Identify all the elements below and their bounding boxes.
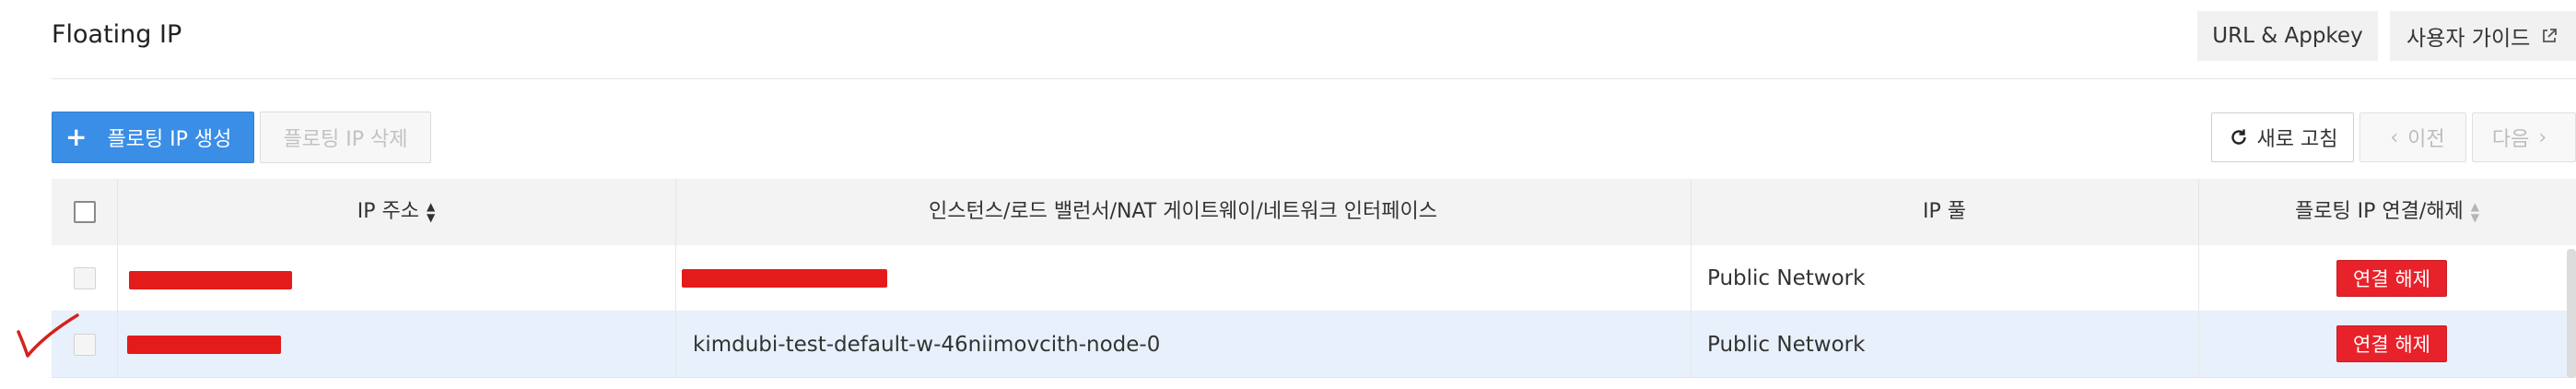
attached-resource-cell: kimdubi-test-default-w-46niimovcith-node… xyxy=(693,333,1161,357)
plus-icon: + xyxy=(65,122,88,152)
chevron-left-icon: ‹ xyxy=(2390,125,2399,149)
column-divider xyxy=(1691,179,1692,378)
column-header-connect-disconnect-label: 플로팅 IP 연결/해제 xyxy=(2294,200,2464,223)
column-header-connect-disconnect[interactable]: 플로팅 IP 연결/해제 ▲ ▼ xyxy=(2198,179,2576,245)
column-header-ip-pool: IP 풀 xyxy=(1923,200,1966,223)
table-scrollbar[interactable] xyxy=(2567,249,2576,378)
refresh-label: 새로 고침 xyxy=(2256,128,2338,151)
column-header-attached-resource: 인스턴스/로드 밸런서/NAT 게이트웨이/네트워크 인터페이스 xyxy=(929,200,1437,223)
redaction-mark xyxy=(682,269,887,288)
user-guide-button[interactable]: 사용자 가이드 xyxy=(2390,11,2576,61)
delete-floating-ip-button[interactable]: 플로팅 IP 삭제 xyxy=(260,112,431,163)
column-header-ip-address[interactable]: IP 주소 ▲ ▼ xyxy=(117,179,675,245)
refresh-icon xyxy=(2231,129,2246,145)
column-divider xyxy=(117,179,118,378)
page-title: Floating IP xyxy=(52,20,182,49)
ip-pool-cell: Public Network xyxy=(1707,333,1866,357)
select-all-checkbox[interactable] xyxy=(74,201,96,223)
handdrawn-check-mark-icon xyxy=(17,313,79,358)
create-floating-ip-label: 플로팅 IP 생성 xyxy=(107,128,232,151)
next-page-button[interactable]: 다음 › xyxy=(2472,112,2576,162)
disconnect-button[interactable]: 연결 해제 xyxy=(2336,325,2447,362)
prev-page-button[interactable]: ‹ 이전 xyxy=(2359,112,2466,162)
sort-icon: ▲ ▼ xyxy=(2470,200,2480,224)
url-appkey-button[interactable]: URL & Appkey xyxy=(2197,11,2378,61)
table-row[interactable] xyxy=(52,245,2576,312)
column-divider xyxy=(2198,179,2199,378)
external-link-icon xyxy=(2543,29,2558,42)
header-divider xyxy=(52,78,2576,79)
sort-icon: ▲ ▼ xyxy=(427,200,436,224)
refresh-button[interactable]: 새로 고침 xyxy=(2211,112,2354,162)
column-header-ip-address-label: IP 주소 xyxy=(357,200,419,223)
ip-pool-cell: Public Network xyxy=(1707,266,1866,290)
row-checkbox[interactable] xyxy=(74,267,96,289)
user-guide-label: 사용자 가이드 xyxy=(2406,27,2531,51)
chevron-right-icon: › xyxy=(2538,125,2547,149)
create-floating-ip-button[interactable]: + 플로팅 IP 생성 xyxy=(52,112,254,163)
next-page-label: 다음 xyxy=(2491,128,2530,151)
redaction-mark xyxy=(129,271,292,289)
prev-page-label: 이전 xyxy=(2407,128,2445,151)
disconnect-button[interactable]: 연결 해제 xyxy=(2336,260,2447,297)
table-row[interactable] xyxy=(52,312,2576,378)
redaction-mark xyxy=(127,336,281,354)
column-divider xyxy=(675,179,676,378)
